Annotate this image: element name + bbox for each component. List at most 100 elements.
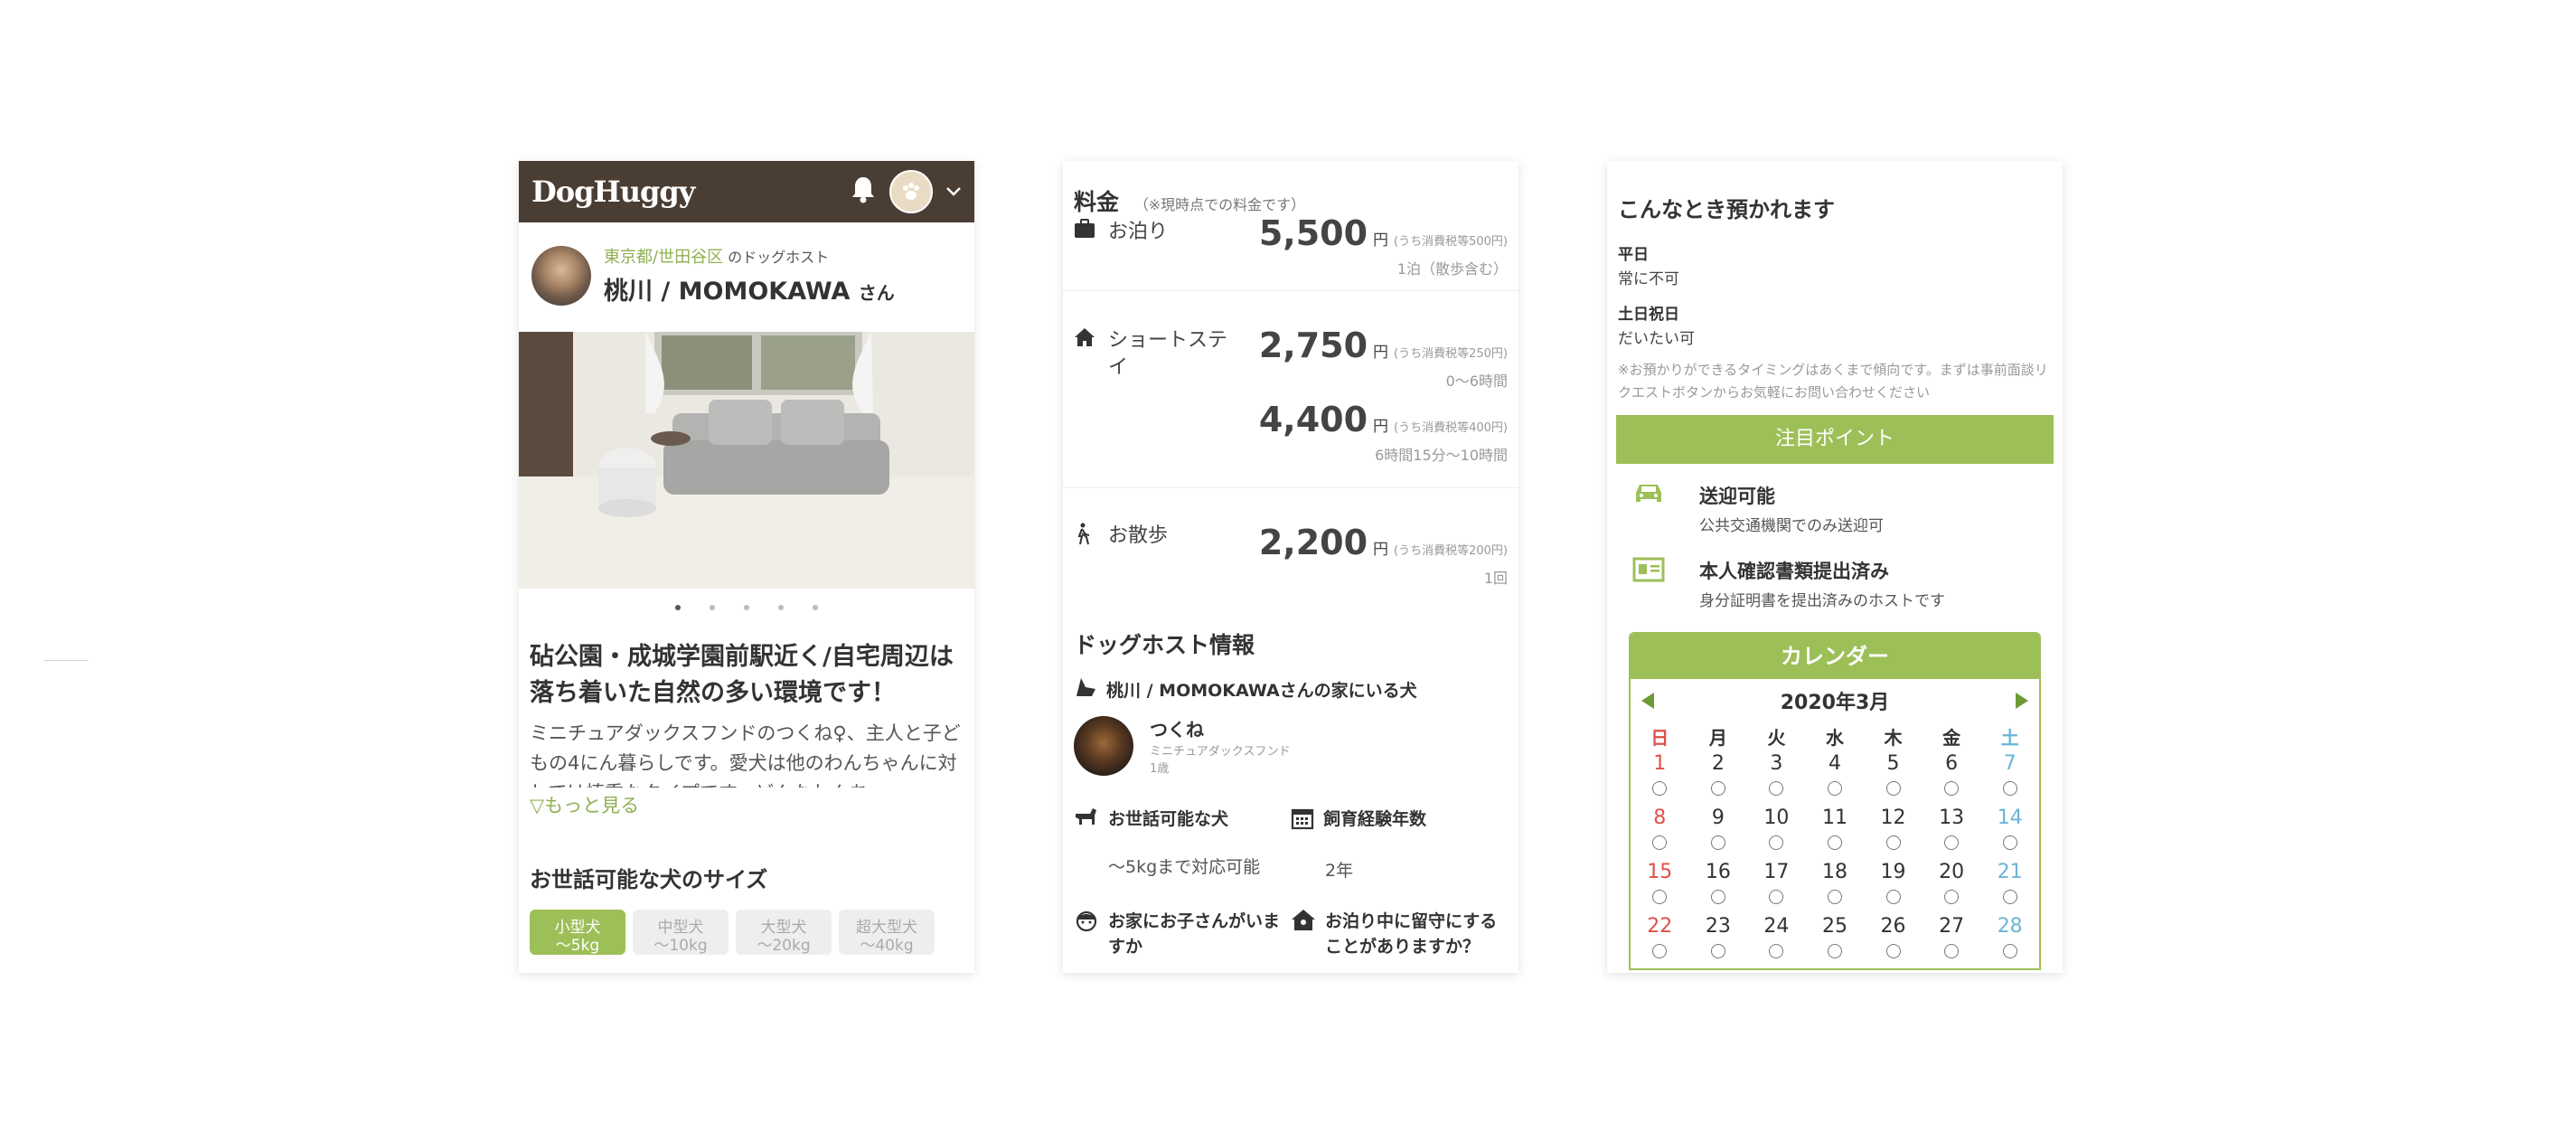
availability-cell — [1689, 831, 1748, 858]
availability-cell — [1747, 885, 1806, 912]
calendar-day[interactable]: 17 — [1747, 858, 1806, 885]
size-large-button[interactable]: 大型犬 〜20kg — [736, 910, 832, 955]
calendar-day[interactable]: 28 — [1980, 912, 2039, 939]
price-tax: (うち消費税等200円) — [1394, 544, 1508, 558]
next-month-arrow-icon[interactable] — [2015, 693, 2028, 709]
host-area-link[interactable]: 東京都/世田谷区 — [604, 248, 723, 267]
availability-cell — [1980, 777, 2039, 804]
availability-cell — [1923, 939, 1981, 967]
calendar-day[interactable]: 13 — [1923, 804, 1981, 831]
calendar-day[interactable]: 23 — [1689, 912, 1748, 939]
room-illustration — [519, 332, 974, 589]
price-tax: (うち消費税等250円) — [1394, 347, 1508, 361]
price-label: お泊り — [1108, 221, 1169, 243]
availability-circle-icon — [1710, 835, 1725, 850]
host-name: 桃川 / MOMOKAWA さん — [604, 271, 895, 307]
calendar-day[interactable]: 3 — [1747, 750, 1806, 777]
attention-header: 注目ポイント — [1616, 415, 2054, 464]
calendar-day[interactable]: 20 — [1923, 858, 1981, 885]
calendar-day[interactable]: 19 — [1864, 858, 1923, 885]
price-walk: お散歩 2,200 円 (うち消費税等200円) 1回 — [1063, 488, 1518, 615]
carousel-dot[interactable] — [778, 605, 784, 610]
calendar-day[interactable]: 12 — [1864, 804, 1923, 831]
availability-circle-icon — [1769, 781, 1784, 796]
price-condition: 0〜6時間 — [1445, 373, 1508, 390]
feature-title: 送迎可能 — [1699, 486, 1775, 507]
price-amount: 5,500 — [1258, 213, 1368, 253]
availability-cell — [1806, 939, 1865, 967]
carousel-dot[interactable] — [744, 605, 749, 610]
carousel-dot[interactable] — [675, 605, 681, 610]
calendar-day[interactable]: 22 — [1631, 912, 1689, 939]
calendar-day[interactable]: 10 — [1747, 804, 1806, 831]
calendar-day[interactable]: 8 — [1631, 804, 1689, 831]
show-more-link[interactable]: ▽もっと見る — [519, 788, 974, 822]
calendar-day[interactable]: 18 — [1806, 858, 1865, 885]
calendar-day[interactable]: 14 — [1980, 804, 2039, 831]
calendar-day[interactable]: 16 — [1689, 858, 1748, 885]
calendar-day[interactable]: 6 — [1923, 750, 1981, 777]
price-yen: 円 — [1373, 231, 1389, 250]
id-card-icon — [1632, 557, 1678, 610]
dog-age: 1歳 — [1150, 762, 1170, 776]
size-xlarge-button[interactable]: 超大型犬 〜40kg — [839, 910, 935, 955]
calendar-day[interactable]: 1 — [1631, 750, 1689, 777]
availability-note: ※お預かりができるタイミングはあくまで傾向です。まずは事前面談リクエストボタンか… — [1618, 362, 2048, 401]
host-summary: 東京都/世田谷区 のドッグホスト 桃川 / MOMOKAWA さん — [519, 222, 974, 319]
feature-sub: 公共交通機関でのみ送迎可 — [1699, 517, 1884, 535]
calendar-day[interactable]: 27 — [1923, 912, 1981, 939]
host-avatar[interactable] — [531, 245, 591, 306]
experience-value: 2年 — [1325, 861, 1354, 881]
resident-dogs-header: 桃川 / MOMOKAWAさんの家にいる犬 — [1063, 667, 1518, 712]
size-weight: 〜20kg — [757, 937, 811, 955]
price-yen: 円 — [1373, 418, 1389, 436]
bell-icon[interactable] — [850, 175, 877, 208]
price-stay: お泊り 5,500 円 (うち消費税等500円) 1泊（散歩含む） — [1063, 210, 1518, 291]
carousel-dot[interactable] — [813, 605, 818, 610]
house-person-icon — [1291, 909, 1316, 959]
carousel-dot[interactable] — [710, 605, 715, 610]
calendar-day[interactable]: 25 — [1806, 912, 1865, 939]
can-care-value: 〜5kgまで対応可能 — [1108, 857, 1261, 877]
calendar-day[interactable]: 4 — [1806, 750, 1865, 777]
weekday-header: 月 — [1708, 726, 1727, 749]
price-label: お散歩 — [1108, 524, 1169, 547]
availability-circle-icon — [1944, 944, 1960, 958]
size-label: 大型犬 — [760, 919, 807, 937]
when-title: こんなとき預かれます — [1618, 197, 1835, 222]
availability-circle-icon — [1885, 944, 1901, 958]
availability-circle-icon — [1710, 781, 1725, 796]
availability-circle-icon — [1710, 890, 1725, 904]
logo[interactable]: DogHuggy — [531, 175, 695, 209]
calendar-day[interactable]: 2 — [1689, 750, 1748, 777]
dog-avatar[interactable] — [1074, 715, 1133, 776]
dog-breed: ミニチュアダックスフンド — [1150, 745, 1291, 759]
availability-circle-icon — [1944, 835, 1960, 850]
calendar-day[interactable]: 26 — [1864, 912, 1923, 939]
calendar-day[interactable]: 15 — [1631, 858, 1689, 885]
dog-head-icon — [1074, 676, 1097, 703]
availability-cell — [1806, 885, 1865, 912]
availability-circle-icon — [1769, 944, 1784, 958]
calendar-day[interactable]: 5 — [1864, 750, 1923, 777]
room-photo[interactable] — [519, 332, 974, 589]
calendar-nav: 2020年3月 — [1631, 679, 2039, 722]
calendar-day[interactable]: 24 — [1747, 912, 1806, 939]
size-label: 中型犬 — [657, 919, 704, 937]
calendar-day[interactable]: 11 — [1806, 804, 1865, 831]
carousel-dots — [519, 589, 974, 627]
user-avatar[interactable] — [889, 170, 933, 213]
availability-circle-icon — [2002, 781, 2017, 796]
calendar-day[interactable]: 7 — [1980, 750, 2039, 777]
availability-circle-icon — [2002, 944, 2017, 958]
size-small-button[interactable]: 小型犬 〜5kg — [530, 910, 625, 955]
resident-dogs-title: 桃川 / MOMOKAWAさんの家にいる犬 — [1106, 681, 1417, 701]
size-medium-button[interactable]: 中型犬 〜10kg — [633, 910, 729, 955]
calendar-day[interactable]: 21 — [1980, 858, 2039, 885]
weekday-header: 木 — [1884, 726, 1903, 749]
prev-month-arrow-icon[interactable] — [1641, 693, 1654, 709]
calendar-day[interactable]: 9 — [1689, 804, 1748, 831]
feature-sub: 身分証明書を提出済みのホストです — [1699, 592, 1945, 610]
chevron-down-icon[interactable] — [945, 184, 962, 201]
size-label: 小型犬 — [554, 919, 601, 937]
